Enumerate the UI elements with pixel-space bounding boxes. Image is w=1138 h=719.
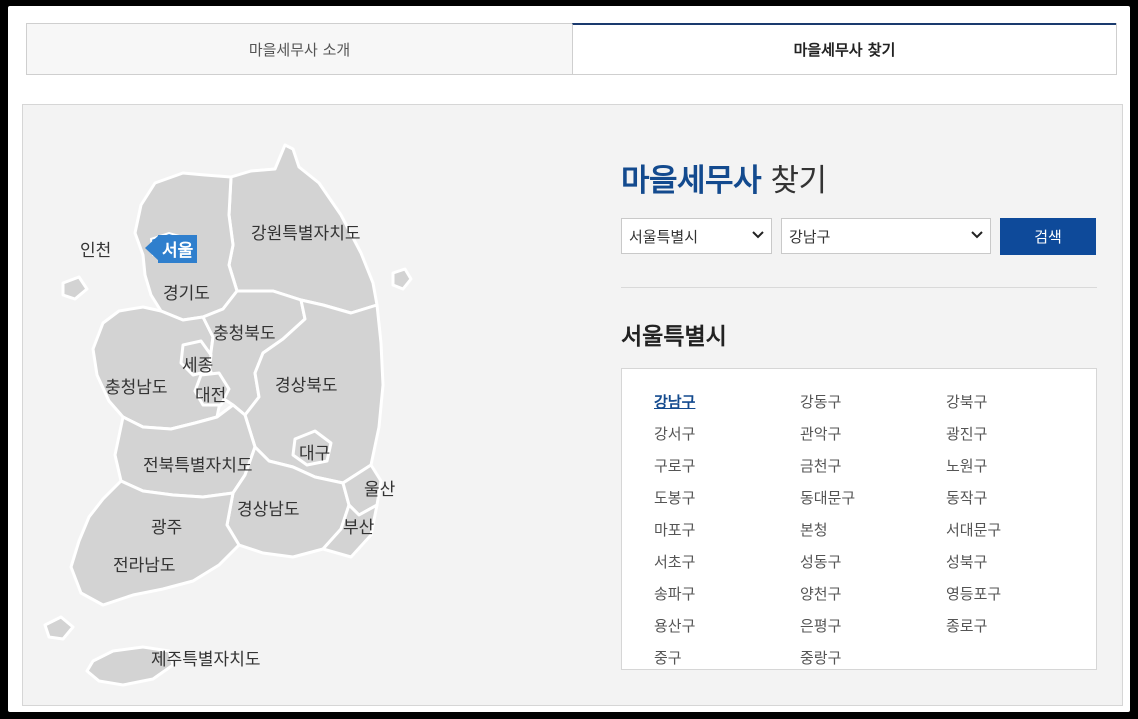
district-link[interactable]: 송파구 xyxy=(654,578,800,610)
district-link[interactable]: 금천구 xyxy=(800,450,946,482)
district-link[interactable]: 마포구 xyxy=(654,514,800,546)
page-frame: 마을세무사 소개 마을세무사 찾기 인천 서울 강원특별자치도 경기도 충청북도… xyxy=(8,6,1130,712)
district-select-value: 강남구 xyxy=(789,227,831,246)
district-link[interactable]: 성동구 xyxy=(800,546,946,578)
island-ulleung xyxy=(391,267,413,291)
district-link[interactable]: 중랑구 xyxy=(800,642,946,669)
district-link[interactable]: 강동구 xyxy=(800,386,946,418)
district-link[interactable]: 구로구 xyxy=(654,450,800,482)
district-link[interactable]: 영등포구 xyxy=(946,578,1092,610)
province-select-value: 서울특별시 xyxy=(629,227,699,246)
district-link[interactable]: 용산구 xyxy=(654,610,800,642)
map-label-daejeon[interactable]: 대전 xyxy=(195,381,226,406)
district-link[interactable]: 동작구 xyxy=(946,482,1092,514)
finder-panel: 인천 서울 강원특별자치도 경기도 충청북도 세종 충청남도 대전 경상북도 대… xyxy=(22,104,1123,706)
district-link[interactable]: 서대문구 xyxy=(946,514,1092,546)
map-label-daegu[interactable]: 대구 xyxy=(299,439,330,464)
map-label-busan[interactable]: 부산 xyxy=(343,513,374,538)
district-link[interactable]: 본청 xyxy=(800,514,946,546)
tab-bar: 마을세무사 소개 마을세무사 찾기 xyxy=(26,23,1117,75)
map-label-ulsan[interactable]: 울산 xyxy=(364,475,395,500)
page-title: 마을세무사 찾기 xyxy=(621,155,827,200)
chevron-down-icon xyxy=(971,231,983,239)
district-link[interactable]: 도봉구 xyxy=(654,482,800,514)
district-link[interactable]: 서초구 xyxy=(654,546,800,578)
map-label-gyeongbuk[interactable]: 경상북도 xyxy=(275,371,338,396)
map-label-sejong[interactable]: 세종 xyxy=(182,351,213,376)
map-label-incheon[interactable]: 인천 xyxy=(80,236,111,261)
map-label-jeonbuk[interactable]: 전북특별자치도 xyxy=(143,451,252,476)
island-south xyxy=(43,615,75,641)
chevron-down-icon xyxy=(752,231,764,239)
map-label-chungbuk[interactable]: 충청북도 xyxy=(213,319,276,344)
title-highlight: 마을세무사 xyxy=(621,163,762,199)
tab-intro[interactable]: 마을세무사 소개 xyxy=(27,24,572,74)
search-button[interactable]: 검색 xyxy=(1000,218,1096,255)
district-link[interactable]: 광진구 xyxy=(946,418,1092,450)
korea-map xyxy=(43,143,413,687)
seoul-pointer xyxy=(145,235,159,261)
district-link[interactable]: 성북구 xyxy=(946,546,1092,578)
map-label-gangwon[interactable]: 강원특별자치도 xyxy=(251,219,360,244)
district-link[interactable]: 동대문구 xyxy=(800,482,946,514)
region-jeonnam[interactable] xyxy=(69,479,241,607)
title-rest: 찾기 xyxy=(761,163,827,199)
district-link[interactable]: 은평구 xyxy=(800,610,946,642)
district-link[interactable]: 노원구 xyxy=(946,450,1092,482)
map-label-gyeonggi[interactable]: 경기도 xyxy=(163,279,210,304)
divider xyxy=(621,287,1097,288)
district-link[interactable]: 강북구 xyxy=(946,386,1092,418)
map-label-gyeongnam[interactable]: 경상남도 xyxy=(237,495,300,520)
island-incheon xyxy=(61,275,89,301)
map-label-gwangju[interactable]: 광주 xyxy=(151,513,182,538)
tab-find[interactable]: 마을세무사 찾기 xyxy=(572,23,1116,74)
district-list: 강남구 강동구 강북구강서구 관악구 광진구구로구 금천구 노원구도봉구 동대문구 동작구마포구… xyxy=(654,386,1094,669)
district-link[interactable]: 강서구 xyxy=(654,418,800,450)
district-select[interactable]: 강남구 xyxy=(781,218,991,254)
district-list-box: 강남구 강동구 강북구강서구 관악구 광진구구로구 금천구 노원구도봉구 동대문구 동작구마포구… xyxy=(621,368,1097,670)
map-label-seoul[interactable]: 서울 xyxy=(158,235,198,263)
map-label-jeju[interactable]: 제주특별자치도 xyxy=(151,645,260,670)
district-link[interactable]: 중구 xyxy=(654,642,800,669)
district-link[interactable]: 종로구 xyxy=(946,610,1092,642)
district-link[interactable]: 관악구 xyxy=(800,418,946,450)
district-link[interactable]: 양천구 xyxy=(800,578,946,610)
section-title: 서울특별시 xyxy=(621,324,727,350)
map-label-chungnam[interactable]: 충청남도 xyxy=(105,373,168,398)
province-select[interactable]: 서울특별시 xyxy=(621,218,772,254)
map-label-jeonnam[interactable]: 전라남도 xyxy=(113,551,176,576)
district-link[interactable]: 강남구 xyxy=(654,386,800,418)
